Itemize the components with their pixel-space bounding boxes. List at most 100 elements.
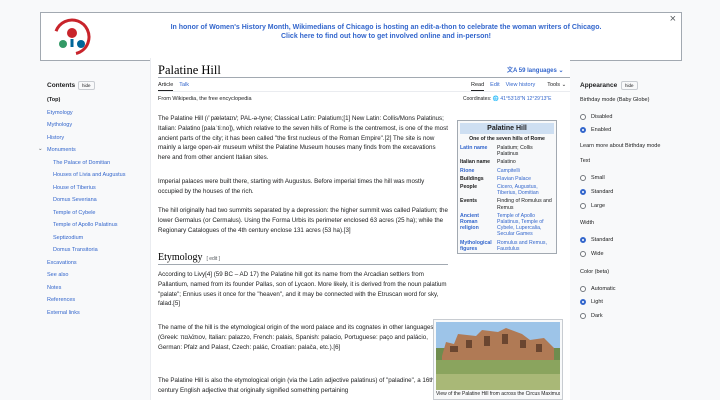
- close-icon[interactable]: ×: [670, 13, 676, 25]
- radio-label[interactable]: Automatic: [591, 286, 615, 292]
- tab-article[interactable]: Article: [158, 82, 174, 91]
- toc-item-references[interactable]: References: [47, 297, 75, 303]
- radio-text-small[interactable]: [580, 175, 586, 181]
- radio-label[interactable]: Standard: [591, 237, 613, 243]
- banner-message[interactable]: In honor of Women's History Month, Wikim…: [141, 23, 631, 41]
- toc-item-septizodium[interactable]: Septizodium: [53, 235, 83, 241]
- toc-item-mythology[interactable]: Mythology: [47, 122, 72, 128]
- radio-color-light[interactable]: [580, 299, 586, 305]
- tab-talk[interactable]: Talk: [179, 82, 189, 88]
- radio-label[interactable]: Disabled: [591, 114, 612, 120]
- translate-icon: 文A: [507, 68, 519, 74]
- radio-text-large[interactable]: [580, 203, 586, 209]
- infobox-row: Ancient Roman religion Temple of Apollo P…: [458, 212, 556, 239]
- toc-item-domus-severiana[interactable]: Domus Severiana: [53, 197, 97, 203]
- coordinates-link[interactable]: 41°53′18″N 12°29′13″E: [500, 96, 551, 102]
- infobox-value: Finding of Romulus and Remus: [497, 198, 552, 211]
- infobox-row: Italian name Palatino: [458, 158, 556, 166]
- radio-text-standard[interactable]: [580, 189, 586, 195]
- radio-birthday-enabled[interactable]: [580, 127, 586, 133]
- toc-title: Contents: [47, 82, 76, 89]
- infobox-subtitle: One of the seven hills of Rome: [469, 136, 545, 142]
- radio-label[interactable]: Wide: [591, 251, 604, 257]
- radio-label[interactable]: Dark: [591, 313, 603, 319]
- toc-item-house-tiberius[interactable]: House of Tiberius: [53, 185, 96, 191]
- infobox-value[interactable]: Cicero, Augustus, Tiberius, Domitian: [497, 184, 554, 196]
- infobox-row: People Cicero, Augustus, Tiberius, Domiti…: [458, 183, 556, 197]
- appearance-hide-button[interactable]: hide: [621, 81, 638, 90]
- radio-label[interactable]: Light: [591, 299, 603, 305]
- infobox-label[interactable]: Mythological figures: [460, 240, 497, 252]
- text-size-label: Text: [580, 158, 591, 164]
- toc-hide-button[interactable]: hide: [78, 81, 95, 90]
- infobox-value[interactable]: Campitelli: [497, 168, 554, 174]
- title-divider: [158, 77, 570, 78]
- radio-color-automatic[interactable]: [580, 286, 586, 292]
- tab-edit[interactable]: Edit: [490, 82, 499, 88]
- infobox-value[interactable]: Flavian Palace: [497, 176, 554, 182]
- radio-color-dark[interactable]: [580, 313, 586, 319]
- infobox-row: Mythological figures Romulus and Remus, F…: [458, 239, 556, 253]
- radio-width-standard[interactable]: [580, 237, 586, 243]
- appearance-title: Appearance: [580, 82, 618, 89]
- fundraising-banner[interactable]: In honor of Women's History Month, Wikim…: [40, 12, 682, 61]
- infobox-row: Events Finding of Romulus and Remus: [458, 197, 556, 211]
- toc-item-palace-domitian[interactable]: The Palace of Domitian: [53, 160, 110, 166]
- radio-birthday-disabled[interactable]: [580, 114, 586, 120]
- view-tabs: Read Edit View history Tools ⌄: [465, 82, 566, 91]
- edit-section-link[interactable]: [ edit ]: [206, 256, 220, 262]
- infobox-label[interactable]: Ancient Roman religion: [460, 213, 497, 238]
- birthday-mode-label: Birthday mode (Baby Globe): [580, 97, 650, 103]
- infobox-row: Buildings Flavian Palace: [458, 175, 556, 183]
- tab-read[interactable]: Read: [471, 82, 485, 91]
- infobox-value[interactable]: Temple of Apollo Palatinus, Temple of Cy…: [497, 213, 554, 238]
- toc-item-etymology[interactable]: Etymology: [47, 110, 73, 116]
- infobox-label: Buildings: [460, 175, 484, 182]
- chevron-down-icon: ⌄: [556, 68, 564, 74]
- infobox: Palatine Hill One of the seven hills of …: [457, 120, 557, 255]
- infobox-value[interactable]: Romulus and Remus, Faustulus: [497, 240, 554, 252]
- toc-item-history[interactable]: History: [47, 135, 64, 141]
- paragraph-paladine: The Palatine Hill is also the etymologic…: [158, 377, 437, 394]
- infobox-label: People: [460, 184, 478, 191]
- toc-item-monuments[interactable]: Monuments: [47, 147, 76, 153]
- coordinates: Coordinates: 🌐 41°53′18″N 12°29′13″E: [463, 96, 552, 102]
- language-button[interactable]: 文A 59 languages ⌄: [507, 65, 564, 74]
- section-heading-etymology: Etymology[ edit ]: [158, 252, 448, 265]
- infobox-label[interactable]: Rione: [460, 168, 497, 174]
- tab-view-history[interactable]: View history: [506, 82, 536, 88]
- infobox-value: Palatino: [497, 159, 516, 166]
- toc-item-domus-transitoria[interactable]: Domus Transitoria: [53, 247, 98, 253]
- infobox-label: Events: [460, 198, 478, 205]
- banner-line-1[interactable]: In honor of Women's History Month, Wikim…: [141, 23, 631, 32]
- paragraph-summits: The hill originally had two summits sepa…: [158, 207, 448, 234]
- namespace-tabs: Article Talk: [158, 82, 195, 91]
- tab-tools[interactable]: Tools ⌄: [541, 82, 566, 88]
- banner-line-2[interactable]: Click here to find out how to get involv…: [141, 32, 631, 41]
- page-title: Palatine Hill: [158, 63, 221, 77]
- toc-item-excavations[interactable]: Excavations: [47, 260, 77, 266]
- learn-more-link[interactable]: Learn more about Birthday mode: [580, 143, 660, 149]
- article-content: Palatine Hill 文A 59 languages ⌄ Article T…: [150, 58, 570, 400]
- coordinates-label: Coordinates:: [463, 96, 492, 102]
- palatine-hill-photo[interactable]: [436, 322, 560, 390]
- paragraph-livy: According to Livy[4] (59 BC – AD 17) the…: [158, 271, 447, 308]
- toc-item-see-also[interactable]: See also: [47, 272, 68, 278]
- radio-label[interactable]: Standard: [591, 189, 613, 195]
- chevron-down-icon[interactable]: ⌄: [38, 146, 43, 152]
- radio-width-wide[interactable]: [580, 251, 586, 257]
- infobox-label[interactable]: Latin name: [460, 145, 497, 157]
- heading-text: Etymology: [158, 252, 203, 263]
- tools-label[interactable]: Tools: [547, 82, 560, 88]
- radio-label[interactable]: Enabled: [591, 127, 611, 133]
- language-count[interactable]: 59 languages: [519, 68, 557, 74]
- toc-item-temple-cybele[interactable]: Temple of Cybele: [53, 210, 96, 216]
- toc-item-temple-apollo[interactable]: Temple of Apollo Palatinus: [53, 222, 118, 228]
- toc-item-external-links[interactable]: External links: [47, 310, 80, 316]
- toc-item-top[interactable]: (Top): [47, 97, 60, 103]
- toc-item-notes[interactable]: Notes: [47, 285, 61, 291]
- radio-label[interactable]: Large: [591, 203, 605, 209]
- toc-item-houses-livia[interactable]: Houses of Livia and Augustus: [53, 172, 125, 178]
- radio-label[interactable]: Small: [591, 175, 605, 181]
- infobox-row: Latin name Palatium; Collis Palatinus: [458, 144, 556, 158]
